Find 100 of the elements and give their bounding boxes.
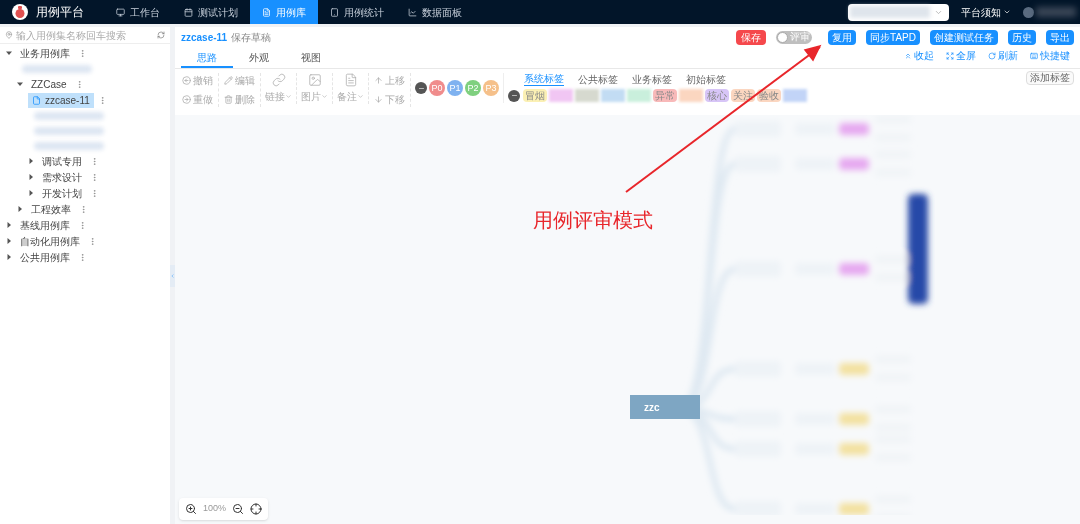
- caret-right-icon[interactable]: [28, 190, 34, 196]
- caret-right-icon[interactable]: [28, 174, 34, 180]
- tablet-icon: [330, 7, 339, 17]
- tag-chip[interactable]: 验收: [757, 89, 781, 102]
- insert-button[interactable]: 链接: [261, 73, 297, 104]
- tree-item[interactable]: 需求设计: [38, 169, 86, 185]
- insert-button[interactable]: 备注: [333, 73, 369, 104]
- undo-button[interactable]: 撤销: [182, 73, 213, 88]
- blurred-item: [34, 111, 104, 120]
- nav-tab[interactable]: 工作台: [104, 0, 172, 24]
- file-icon: [32, 95, 41, 105]
- minus-icon[interactable]: [508, 89, 520, 102]
- tree-item[interactable]: 调试专用: [38, 153, 86, 169]
- tag-chip[interactable]: 异常: [653, 89, 677, 102]
- caret-down-icon[interactable]: [17, 81, 23, 87]
- more-icon[interactable]: [78, 48, 87, 58]
- document-icon: [262, 7, 271, 17]
- app-title: 用例平台: [36, 4, 84, 21]
- view-link[interactable]: 全屏: [946, 48, 976, 63]
- double-chevron-icon: [904, 51, 912, 60]
- refresh-icon: [988, 51, 996, 60]
- priority-badge[interactable]: P0: [429, 80, 445, 96]
- view-link[interactable]: 快捷键: [1030, 48, 1070, 63]
- caret-right-icon[interactable]: [6, 222, 12, 228]
- undo-icon: [182, 76, 191, 85]
- caret-icon: [321, 93, 328, 100]
- tab[interactable]: 视图: [285, 48, 337, 68]
- chevron-down-icon: [1003, 8, 1011, 16]
- caret-right-icon[interactable]: [28, 158, 34, 164]
- caret-right-icon[interactable]: [6, 238, 12, 244]
- minus-icon[interactable]: [415, 82, 427, 94]
- nav-tab[interactable]: 数据面板: [396, 0, 474, 24]
- blurred-item: [34, 126, 104, 135]
- action-button[interactable]: 同步TAPD: [866, 29, 920, 45]
- caret-down-icon[interactable]: [6, 50, 12, 56]
- draft-status: 保存草稿: [231, 30, 272, 45]
- expand-icon: [946, 51, 954, 60]
- caret-icon: [357, 93, 364, 100]
- zoom-in-icon[interactable]: [185, 503, 197, 515]
- tag-tab[interactable]: 初始标签: [686, 74, 726, 86]
- redo-button[interactable]: 重做: [182, 92, 213, 107]
- action-button[interactable]: 历史: [1008, 29, 1036, 45]
- tag-chip[interactable]: 核心: [705, 89, 729, 102]
- search-field[interactable]: 输入用例集名称回车搜索: [16, 27, 154, 43]
- root-node[interactable]: zzc: [630, 395, 700, 419]
- nav-tab[interactable]: 用例库: [250, 0, 318, 24]
- edit-button[interactable]: 编辑: [224, 73, 255, 88]
- tab[interactable]: 外观: [233, 48, 285, 68]
- refresh-icon[interactable]: [157, 31, 165, 39]
- collapse-handle[interactable]: [170, 264, 175, 287]
- tree-item[interactable]: ZZCase: [27, 76, 71, 92]
- tree-item[interactable]: 基线用例库: [16, 217, 74, 233]
- logo-icon: [12, 4, 28, 20]
- avatar[interactable]: [1023, 6, 1034, 18]
- monitor-icon: [116, 7, 125, 17]
- caret-right-icon[interactable]: [17, 206, 23, 212]
- arrow-up-icon: [374, 76, 383, 85]
- tree-item[interactable]: 开发计划: [38, 185, 86, 201]
- keyboard-icon: [1030, 51, 1038, 60]
- tree-item[interactable]: zzcase-11: [28, 92, 94, 108]
- tag-tab[interactable]: 业务标签: [632, 74, 672, 86]
- link-icon: [271, 73, 286, 87]
- insert-button[interactable]: 图片: [297, 73, 333, 104]
- save-button[interactable]: 保存: [736, 29, 767, 45]
- tag-tab[interactable]: 系统标签: [524, 73, 564, 86]
- zoom-level: 100%: [203, 502, 227, 516]
- add-tag-button[interactable]: 添加标签: [1026, 71, 1074, 85]
- tree-item[interactable]: 工程效率: [27, 201, 75, 217]
- annotation-text: 用例评审模式: [533, 208, 653, 233]
- arrow-down-icon: [374, 95, 383, 104]
- tag-chip[interactable]: 关注: [731, 89, 755, 102]
- action-button[interactable]: 导出: [1046, 29, 1074, 45]
- zoom-out-icon[interactable]: [232, 503, 245, 515]
- caret-right-icon[interactable]: [6, 254, 12, 260]
- note-icon: [343, 73, 358, 87]
- move-up-button[interactable]: 上移: [374, 73, 405, 88]
- tree-item[interactable]: 自动化用例库: [16, 233, 84, 249]
- trash-icon: [224, 95, 233, 104]
- nav-tab[interactable]: 用例统计: [318, 0, 396, 24]
- delete-button[interactable]: 删除: [224, 92, 255, 107]
- view-link[interactable]: 刷新: [988, 48, 1018, 63]
- project-select[interactable]: [848, 3, 949, 21]
- blurred-item: [22, 64, 92, 73]
- crosshair-icon[interactable]: [250, 503, 263, 515]
- tree-item[interactable]: 业务用例库: [16, 45, 74, 61]
- redo-icon: [182, 95, 191, 104]
- priority-badge[interactable]: P2: [465, 80, 481, 96]
- case-title: zzcase-11: [181, 30, 228, 45]
- priority-badge[interactable]: P1: [447, 80, 463, 96]
- tab[interactable]: 思路: [181, 48, 233, 68]
- action-button[interactable]: 创建测试任务: [930, 29, 998, 45]
- image-icon: [307, 73, 322, 87]
- nav-tab[interactable]: 测试计划: [172, 0, 250, 24]
- tree-item[interactable]: 公共用例库: [16, 249, 74, 265]
- move-down-button[interactable]: 下移: [374, 92, 405, 107]
- notice-menu[interactable]: 平台须知: [961, 4, 1011, 20]
- tag-chip[interactable]: 冒烟: [523, 89, 547, 102]
- action-button[interactable]: 复用: [828, 29, 857, 45]
- tag-tab[interactable]: 公共标签: [578, 74, 618, 86]
- view-link[interactable]: 收起: [904, 48, 934, 63]
